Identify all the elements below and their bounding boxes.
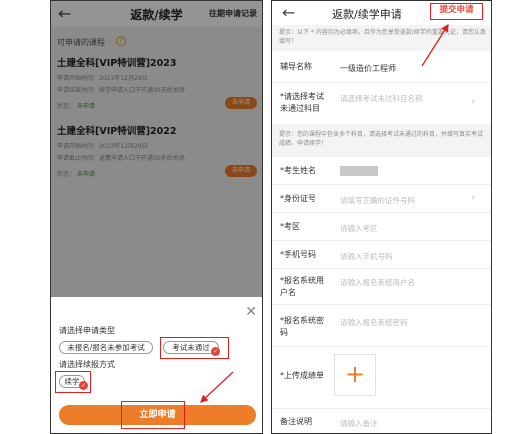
form-row-subject[interactable]: *请选择考试未通过科目 请选择考试未过科目名称 › [272,83,491,125]
field-label: *上传成绩单 [280,371,324,380]
form-row-note: 备注说明 请输入备注 [272,409,491,433]
chevron-right-icon: › [471,193,475,203]
option-not-registered[interactable]: 未报名/报名未参加考试 [59,341,153,354]
form-row-name: *考生姓名 [272,157,491,185]
tutor-value: 一级造价工程师 [340,64,396,73]
reg-username-input[interactable]: 请输入报名系统用户名 [340,277,415,288]
field-label: *手机号码 [280,250,316,259]
form-row-reg-pwd: *报名系统密码 请输入报名系统密码 [272,305,491,347]
field-label: *考生姓名 [280,166,316,175]
field-label: *报名系统密码 [280,316,324,337]
notice-text: 提示：您的课程中包含多个科目，请选择考试未通过的科目，并填写真实考试成绩，申请续… [279,131,484,147]
right-phone-screen: ← 返款/续学申请 提交申请 提示：以下 * 内容均为必填项，且作为您享受返款/… [271,0,492,434]
left-phone-screen: ← 返款/续学 往期申请记录 可申请的课程 ? 土建全科[VIP特训营]2023… [50,0,263,434]
chevron-right-icon: › [471,97,475,107]
apply-type-label: 请选择申请类型 [59,326,115,335]
upload-transcript-button[interactable]: + [334,354,376,396]
renew-method-label: 请选择续报方式 [59,360,115,369]
header-bar: ← 返款/续学申请 提交申请 [272,1,491,25]
form-row-region: *考区 请输入考区 [272,213,491,241]
annotation-box [430,3,483,20]
apply-type-sheet: ✕ 请选择申请类型 未报名/报名未参加考试 考试未通过 ✓ 请选择续报方式 续学… [51,297,262,433]
form-row-upload: *上传成绩单 [272,347,491,409]
reg-password-input[interactable]: 请输入报名系统密码 [340,317,408,328]
annotation-box [55,371,91,393]
annotation-box [121,401,185,429]
field-label: *身份证号 [280,194,316,203]
id-number-input[interactable]: 请填写正确的证件号码 [340,195,415,206]
subject-select[interactable]: 请选择考试未过科目名称 [340,93,423,104]
plus-icon: + [344,360,366,388]
field-label: *考区 [280,222,300,231]
region-input[interactable]: 请输入考区 [340,223,378,234]
form-row-tutor: 辅导名称 一级造价工程师 [272,51,491,83]
modal-overlay[interactable] [51,1,262,297]
phone-input[interactable]: 请输入手机号码 [340,251,393,262]
notice-banner: 提示：以下 * 内容均为必填项，且作为您享受返款/续学的重要凭证，请您认真填写！ [272,25,491,51]
note-input[interactable]: 请输入备注 [340,418,378,429]
annotation-box [160,337,229,359]
field-label: 备注说明 [280,417,312,426]
form-row-phone: *手机号码 请输入手机号码 [272,241,491,269]
notice-banner: 提示：您的课程中包含多个科目，请选择考试未通过的科目，并填写真实考试成绩，申请续… [272,125,491,157]
close-icon[interactable]: ✕ [245,305,257,319]
form-row-id: *身份证号 请填写正确的证件号码 › [272,185,491,213]
field-label: *请选择考试未通过科目 [280,92,324,113]
form-row-reg-user: *报名系统用户名 请输入报名系统用户名 [272,269,491,305]
page-title: 返款/续学申请 [332,8,402,21]
field-label: 辅导名称 [280,62,312,71]
masked-name-value [340,166,378,176]
field-label: *报名系统用户名 [280,276,324,297]
back-arrow-icon[interactable]: ← [282,3,295,22]
notice-text: 提示：以下 * 内容均为必填项，且作为您享受返款/续学的重要凭证，请您认真填写！ [279,29,486,45]
